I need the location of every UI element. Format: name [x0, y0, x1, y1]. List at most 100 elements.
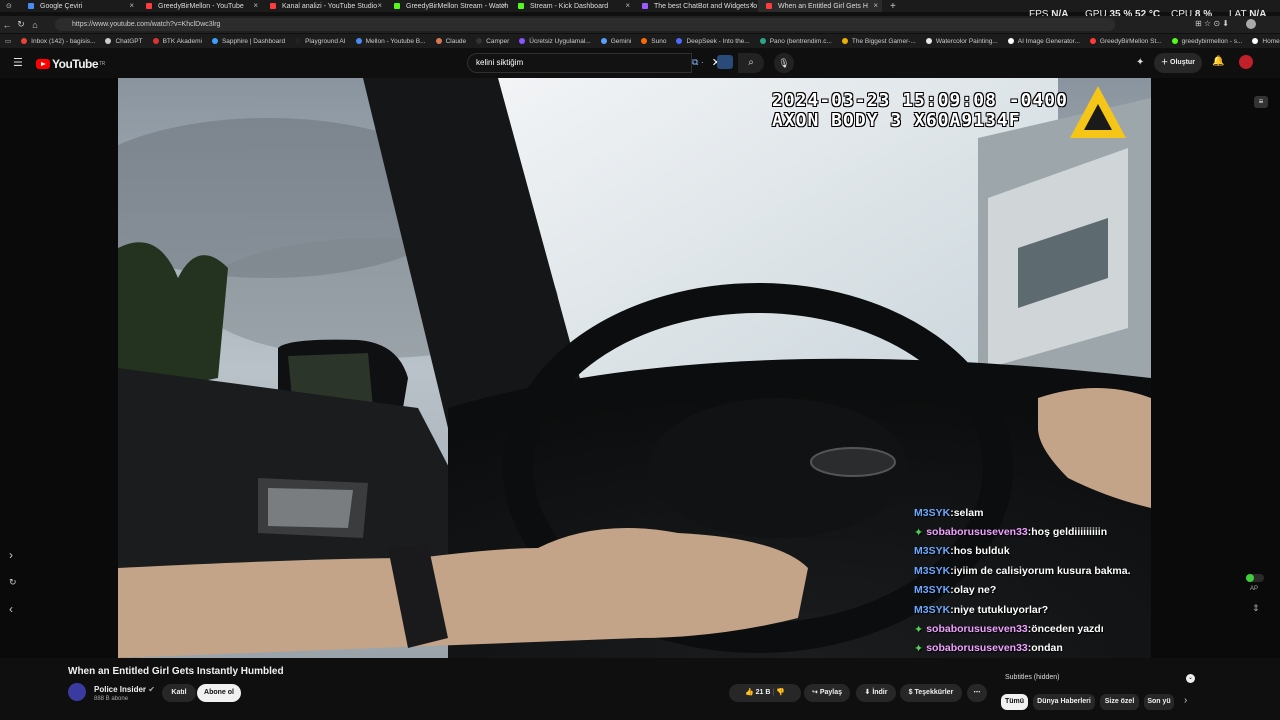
more-actions-button[interactable]: ⋯ [967, 684, 987, 702]
verified-icon: ✔ [148, 685, 155, 694]
extension-icon[interactable] [717, 55, 733, 69]
browser-tab[interactable]: Stream - Kick Dashboard × [510, 0, 634, 12]
chip-world-news[interactable]: Dünya Haberleri [1033, 694, 1095, 710]
bookmark-item[interactable]: ChatGPT [105, 38, 143, 45]
bookmark-item[interactable]: Pano (bentrendim.c... [759, 38, 832, 45]
tab-close-icon[interactable]: × [377, 1, 382, 10]
video-player[interactable]: 2024-03-23 15:09:08 -0400 AXON BODY 3 X6… [118, 78, 1151, 658]
bookmark-item[interactable]: Playground AI [295, 38, 346, 45]
thanks-button[interactable]: $ Teşekkürler [900, 684, 962, 702]
tab-close-icon[interactable]: × [253, 1, 258, 10]
bookmark-item[interactable]: Camper [476, 38, 509, 45]
browser-tab[interactable]: Google Çeviri × [20, 0, 138, 12]
sort-icon[interactable]: ⇕ [1252, 603, 1260, 614]
reload-icon[interactable]: ↻ [14, 19, 28, 30]
tab-label: GreedyBirMellon Stream - Watch [406, 2, 509, 10]
bookmark-item[interactable]: Mellon - Youtube B... [355, 37, 426, 45]
tab-search-icon[interactable]: ⊙ [0, 0, 20, 12]
bookmark-item[interactable]: BTK Akademi [152, 38, 202, 45]
browser-tab[interactable]: GreedyBirMellon - YouTube × [138, 0, 262, 12]
join-button[interactable]: Katıl [162, 684, 196, 702]
video-details: When an Entitled Girl Gets Instantly Hum… [0, 658, 1280, 720]
bookmarks-folder-icon[interactable]: ▭ [5, 37, 11, 45]
bookmark-favicon-icon [435, 38, 442, 44]
chip-recent[interactable]: Son yü [1144, 694, 1174, 710]
chevron-right-icon[interactable]: › [9, 548, 13, 562]
home-icon[interactable]: ⌂ [28, 20, 42, 30]
bookmark-item[interactable]: The Biggest Gamer-... [841, 38, 916, 45]
channel-avatar[interactable] [68, 683, 86, 701]
new-tab-button[interactable]: + [890, 1, 896, 12]
chip-for-you[interactable]: Size özel [1100, 694, 1139, 710]
bookmark-favicon-icon [355, 38, 362, 44]
bookmark-item[interactable]: Watercolor Painting... [925, 38, 998, 45]
chat-message: M3SYK : hos bulduk [914, 542, 1151, 561]
create-button[interactable]: ＋ Oluştur [1154, 53, 1202, 73]
notifications-icon[interactable]: 🔔 [1212, 56, 1224, 67]
chat-text: iyiim de calisiyorum kusura bakma. [953, 564, 1131, 577]
bookmark-favicon-icon [641, 38, 648, 44]
profile-avatar[interactable] [1246, 19, 1256, 29]
share-icon: ↪ [812, 689, 820, 696]
tab-close-icon[interactable]: × [749, 1, 754, 10]
url-field[interactable]: https://www.youtube.com/watch?v=KhclDwc3… [55, 18, 1115, 31]
bookmark-item[interactable]: GreedyBirMellon St... [1089, 38, 1162, 45]
share-button[interactable]: ↪ Paylaş [804, 684, 850, 702]
bookmark-item[interactable]: Home / X [1252, 38, 1280, 45]
chips-next-icon[interactable]: › [1184, 695, 1187, 706]
back-icon[interactable]: ← [0, 20, 14, 30]
voice-search-button[interactable]: 🎙 [774, 53, 794, 73]
chat-message: M3SYK : niye tutukluyorlar? [914, 600, 1151, 619]
like-button[interactable]: 👍 21 B [745, 689, 770, 696]
bookmark-item[interactable]: Ücretsiz Uygulamal... [519, 37, 591, 45]
bookmark-favicon-icon [1007, 38, 1014, 44]
cast-icon[interactable]: ✦ [1136, 57, 1144, 68]
plus-icon: ＋ [1161, 59, 1171, 66]
refresh-icon[interactable]: ↻ [9, 577, 17, 588]
dislike-button[interactable]: 👎 [776, 689, 785, 696]
chip-all[interactable]: Tümü [1001, 694, 1028, 710]
osd-device: AXON BODY 3 X60A9134F [772, 110, 1021, 131]
channel-name[interactable]: Police Insider ✔ [94, 685, 155, 694]
tab-close-icon[interactable]: × [625, 1, 630, 10]
bookmark-label: Inbox (142) - bagisis... [31, 37, 96, 45]
chevron-left-icon[interactable]: ‹ [9, 602, 13, 616]
menu-icon[interactable]: ☰ [13, 56, 23, 69]
like-count: 21 B [755, 689, 771, 696]
tab-favicon-icon [518, 3, 524, 9]
bookmark-item[interactable]: Gemini [600, 38, 631, 45]
browser-tab[interactable]: The best ChatBot and Widgets fo × [634, 0, 758, 12]
youtube-logo[interactable]: YouTube TR [36, 57, 105, 71]
search-button[interactable]: ⌕ [738, 53, 764, 73]
download-button[interactable]: ⬇ İndir [856, 684, 896, 702]
download-label: İndir [872, 689, 888, 696]
browser-tab[interactable]: When an Entitled Girl Gets H × [758, 0, 882, 12]
tab-close-icon[interactable]: × [501, 1, 506, 10]
chat-message: M3SYK : iyiim de calisiyorum kusura bakm… [914, 561, 1151, 580]
bookmark-favicon-icon [676, 38, 683, 44]
browser-tab[interactable]: Kanal analizi - YouTube Studio × [262, 0, 386, 12]
panel-menu-icon[interactable]: ≡ [1254, 96, 1268, 108]
autoplay-toggle[interactable] [1246, 574, 1264, 582]
bookmark-item[interactable]: Claude [435, 38, 466, 45]
chat-username: M3SYK [914, 545, 951, 558]
subscribe-button[interactable]: Abone ol [197, 684, 241, 702]
bookmark-item[interactable]: AI Image Generator... [1007, 38, 1080, 45]
bookmark-label: Mellon - Youtube B... [365, 37, 426, 45]
bookmark-item[interactable]: Suno [641, 38, 666, 45]
tab-label: Google Çeviri [40, 2, 83, 10]
bookmark-item[interactable]: Sapphire | Dashboard [211, 38, 285, 45]
search-input[interactable]: kelini siktiğim ✕ [467, 53, 721, 73]
tab-close-icon[interactable]: × [873, 1, 878, 10]
tab-close-icon[interactable]: × [129, 1, 134, 10]
browser-tab[interactable]: GreedyBirMellon Stream - Watch × [386, 0, 510, 12]
account-avatar[interactable] [1239, 55, 1253, 69]
chevron-down-icon[interactable]: ⌄ [1186, 674, 1195, 683]
translate-icon[interactable]: ⧉ · [692, 57, 704, 68]
extensions-icon[interactable]: ⊞ ☆ ⊙ ⬇ [1195, 19, 1229, 28]
chat-text: hos bulduk [953, 545, 1010, 558]
bookmark-item[interactable]: DeepSeek - Into the... [676, 38, 750, 45]
bookmark-item[interactable]: Inbox (142) - bagisis... [21, 38, 95, 45]
bookmark-label: Ücretsiz Uygulamal... [529, 37, 591, 45]
bookmark-item[interactable]: greedybirmellon - s... [1171, 38, 1242, 45]
